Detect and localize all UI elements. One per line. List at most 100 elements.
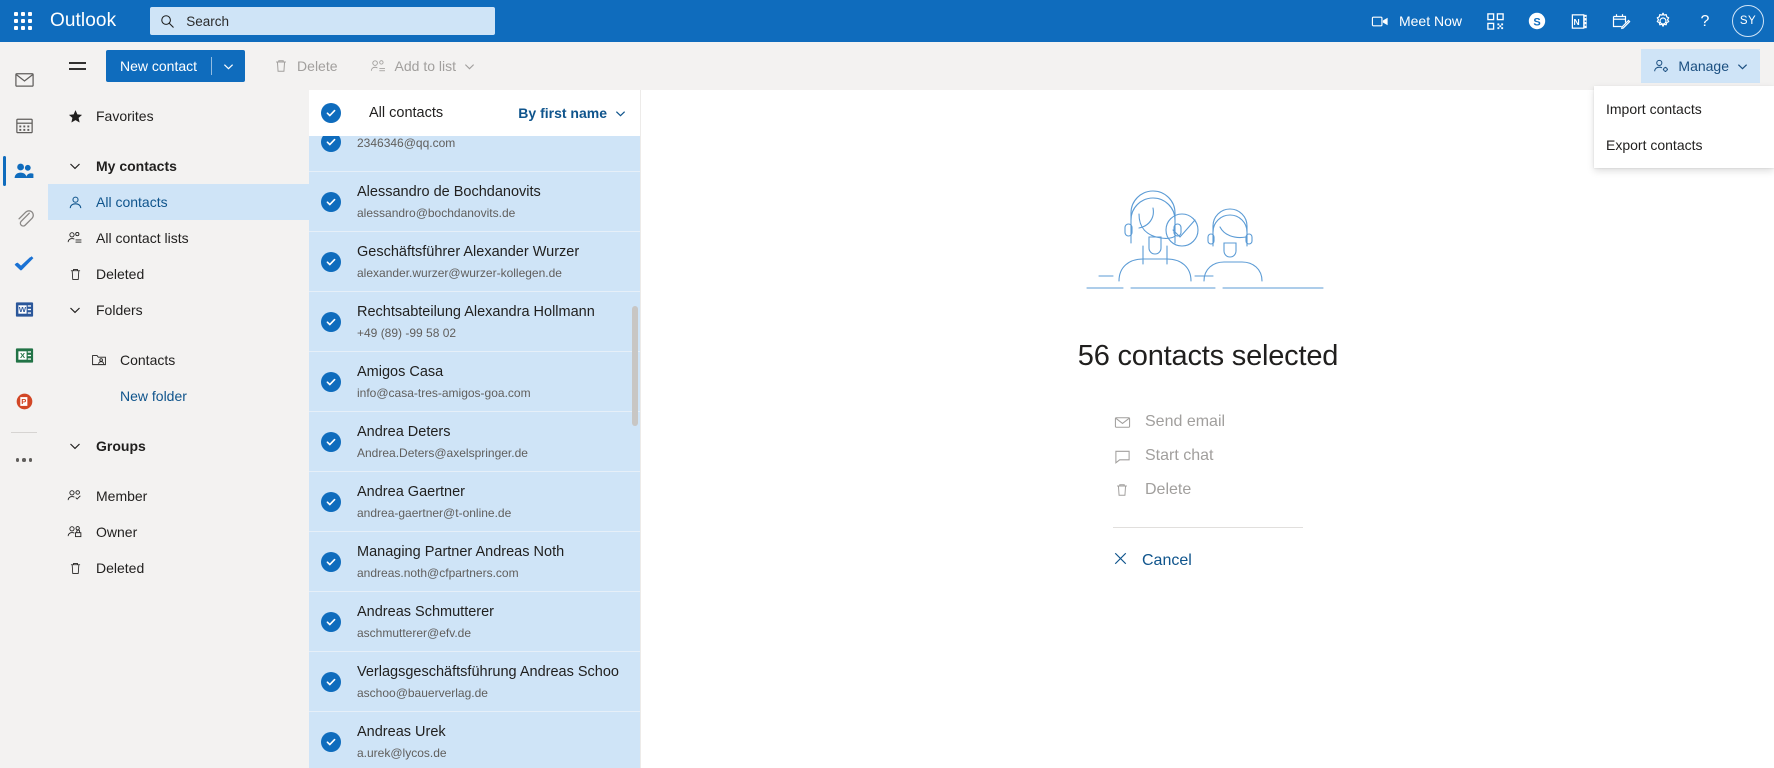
delete-button[interactable]: Delete xyxy=(261,49,349,83)
contact-row[interactable]: Alessandro de Bochdanovits alessandro@boc… xyxy=(309,172,640,232)
add-to-list-button[interactable]: Add to list xyxy=(358,49,487,83)
contact-text: Verlagsgeschäftsführung Andreas Schoo asc… xyxy=(357,663,619,701)
settings-gear-icon[interactable] xyxy=(1642,0,1684,42)
sidebar-group-my-contacts[interactable]: My contacts xyxy=(48,148,309,184)
search-input[interactable] xyxy=(186,13,486,29)
more-dots-icon xyxy=(15,458,33,462)
app-brand-title[interactable]: Outlook xyxy=(50,10,116,32)
contact-checkbox[interactable] xyxy=(321,731,341,752)
contact-list-scrollbar[interactable] xyxy=(632,306,638,426)
contact-row[interactable]: Rechtsabteilung Alexandra Hollmann +49 (8… xyxy=(309,292,640,352)
meet-now-button[interactable]: Meet Now xyxy=(1359,0,1474,42)
sidebar-item-new-folder[interactable]: New folder xyxy=(48,378,309,414)
contact-text: Andrea Gaertner andrea-gaertner@t-online.… xyxy=(357,483,511,521)
contact-row[interactable]: Andreas Urek a.urek@lycos.de xyxy=(309,712,640,768)
sidebar-item-favorites[interactable]: Favorites xyxy=(48,98,309,134)
sidebar-label-all-contact-lists: All contact lists xyxy=(96,230,189,246)
contact-text: Andrea Deters Andrea.Deters@axelspringer.… xyxy=(357,423,528,461)
sidebar-label-member: Member xyxy=(96,488,148,504)
contact-row[interactable]: Verlagsgeschäftsführung Andreas Schoo asc… xyxy=(309,652,640,712)
sidebar-item-owner[interactable]: Owner xyxy=(48,514,309,550)
sidebar-item-groups-deleted[interactable]: Deleted xyxy=(48,550,309,586)
contact-checkbox[interactable] xyxy=(321,371,341,392)
svg-text:S: S xyxy=(1533,16,1540,28)
contact-checkbox[interactable] xyxy=(321,311,341,332)
qr-code-icon[interactable] xyxy=(1474,0,1516,42)
rail-item-todo[interactable] xyxy=(0,240,48,286)
sidebar-item-deleted[interactable]: Deleted xyxy=(48,256,309,292)
contact-checkbox[interactable] xyxy=(321,431,341,452)
contact-rows: 2346346@qq.com Alessandro de Bochdanovits… xyxy=(309,136,640,768)
send-email-action[interactable]: Send email xyxy=(1113,405,1303,439)
new-contact-button[interactable]: New contact xyxy=(106,50,246,82)
contact-row[interactable]: Andreas Schmutterer aschmutterer@efv.de xyxy=(309,592,640,652)
contact-checkbox[interactable] xyxy=(321,191,341,212)
contact-checkbox[interactable] xyxy=(321,491,341,512)
contact-subtitle: andrea-gaertner@t-online.de xyxy=(357,505,512,520)
start-chat-label: Start chat xyxy=(1145,447,1214,464)
person-icon xyxy=(62,195,88,210)
manage-button[interactable]: Manage xyxy=(1641,49,1760,83)
rail-item-mail[interactable] xyxy=(0,56,48,102)
chevron-down-icon xyxy=(62,304,88,316)
rail-item-excel[interactable]: X xyxy=(0,332,48,378)
add-to-list-chevron-down-icon xyxy=(464,63,475,69)
export-contacts-label: Export contacts xyxy=(1606,137,1703,153)
contact-checkbox[interactable] xyxy=(321,251,341,272)
sidebar-item-all-contacts[interactable]: All contacts xyxy=(48,184,309,220)
mail-icon xyxy=(1113,414,1131,431)
avatar[interactable]: SY xyxy=(1732,5,1764,37)
cancel-button[interactable]: Cancel xyxy=(1113,544,1303,578)
search-box[interactable] xyxy=(150,7,496,35)
selection-actions: Send email Start chat Delete Cancel xyxy=(1113,405,1303,578)
rail-item-files[interactable] xyxy=(0,194,48,240)
contact-row[interactable]: Andrea Gaertner andrea-gaertner@t-online.… xyxy=(309,472,640,532)
contact-row[interactable]: Managing Partner Andreas Noth andreas.not… xyxy=(309,532,640,592)
contact-subtitle: alexander.wurzer@wurzer-kollegen.de xyxy=(357,265,562,280)
contact-name: Andrea Gaertner xyxy=(357,483,466,500)
people-icon xyxy=(14,163,34,178)
rail-item-more[interactable] xyxy=(0,437,48,483)
cancel-label: Cancel xyxy=(1142,552,1192,569)
sidebar-item-contacts-folder[interactable]: Contacts xyxy=(48,342,309,378)
sidebar-item-member[interactable]: Member xyxy=(48,478,309,514)
new-contact-chevron-down-icon[interactable] xyxy=(212,61,245,72)
calendar-checked-icon[interactable] xyxy=(1600,0,1642,42)
contact-subtitle: info@casa-tres-amigos-goa.com xyxy=(357,385,531,400)
contact-row[interactable]: 2346346@qq.com xyxy=(309,136,640,172)
contact-row[interactable]: Geschäftsführer Alexander Wurzer alexande… xyxy=(309,232,640,292)
rail-item-calendar[interactable] xyxy=(0,102,48,148)
contact-row[interactable]: Andrea Deters Andrea.Deters@axelspringer.… xyxy=(309,412,640,472)
sidebar-group-groups[interactable]: Groups xyxy=(48,428,309,464)
menu-item-export-contacts[interactable]: Export contacts xyxy=(1594,127,1774,163)
contact-checkbox[interactable] xyxy=(321,611,341,632)
help-icon[interactable]: ? xyxy=(1684,0,1726,42)
contact-text: Geschäftsführer Alexander Wurzer alexande… xyxy=(357,243,579,281)
select-all-checkbox[interactable] xyxy=(321,103,341,123)
contact-text: Andreas Urek a.urek@lycos.de xyxy=(357,723,447,761)
contact-subtitle: aschoo@bauerverlag.de xyxy=(357,685,488,700)
contact-checkbox[interactable] xyxy=(321,136,341,152)
toggle-nav-pane-button[interactable] xyxy=(60,49,94,83)
app-launcher-icon[interactable] xyxy=(0,0,46,42)
close-icon xyxy=(1113,551,1128,571)
menu-item-import-contacts[interactable]: Import contacts xyxy=(1594,91,1774,127)
sidebar-item-all-contact-lists[interactable]: All contact lists xyxy=(48,220,309,256)
contact-name: Geschäftsführer Alexander Wurzer xyxy=(357,243,580,260)
delete-action[interactable]: Delete xyxy=(1113,473,1303,507)
onenote-icon[interactable]: N xyxy=(1558,0,1600,42)
contact-row[interactable]: Amigos Casa info@casa-tres-amigos-goa.com xyxy=(309,352,640,412)
rail-item-powerpoint[interactable]: P xyxy=(0,378,48,424)
sort-order-button[interactable]: By first name xyxy=(518,105,626,121)
rail-item-people[interactable] xyxy=(0,148,48,194)
skype-icon[interactable]: S xyxy=(1516,0,1558,42)
rail-item-word[interactable]: W xyxy=(0,286,48,332)
sidebar-label-deleted: Deleted xyxy=(96,266,145,282)
sidebar-group-folders[interactable]: Folders xyxy=(48,292,309,328)
group-owner-icon xyxy=(62,524,88,540)
start-chat-action[interactable]: Start chat xyxy=(1113,439,1303,473)
contact-checkbox[interactable] xyxy=(321,671,341,692)
contact-text: Amigos Casa info@casa-tres-amigos-goa.com xyxy=(357,363,531,401)
contact-checkbox[interactable] xyxy=(321,551,341,572)
